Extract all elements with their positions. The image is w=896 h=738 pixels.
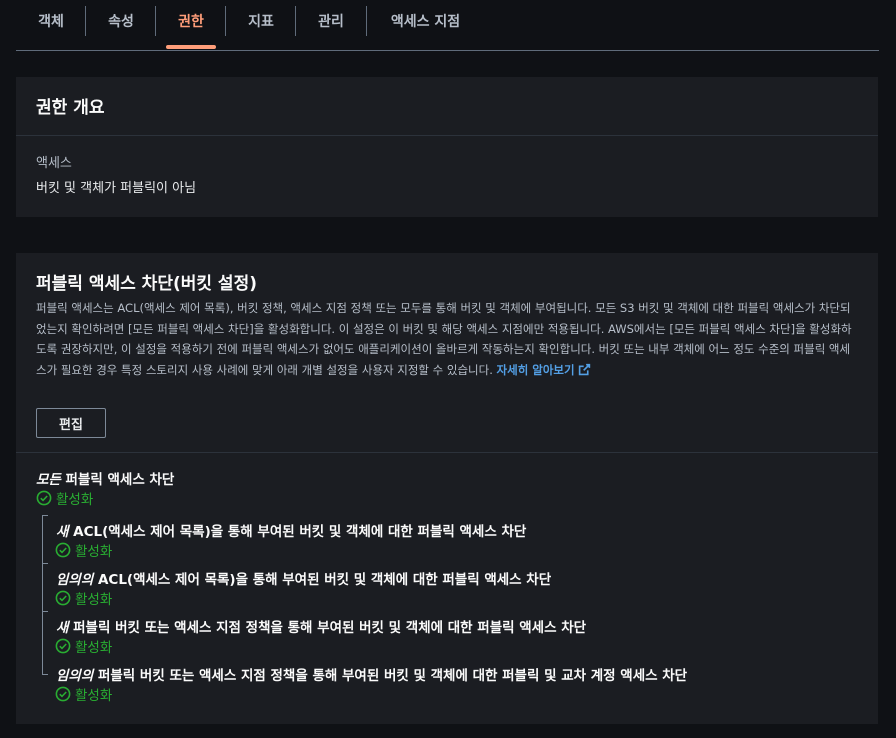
setting-new-acl-status: 활성화 [55,540,112,560]
access-label: 액세스 [36,156,72,171]
check-circle-icon [55,686,71,702]
setting-any-policy-title: 임의의 퍼블릭 버킷 또는 액세스 지점 정책을 통해 부여된 버킷 및 객체에… [56,664,687,684]
tab-metrics[interactable]: 지표 [226,0,296,50]
setting-text: ACL(액세스 제어 목록)을 통해 부여된 버킷 및 객체에 대한 퍼블릭 액… [97,572,552,588]
setting-block-all-title: 모든 퍼블릭 액세스 차단 [36,468,174,488]
active-tab-indicator [166,45,216,49]
check-circle-icon [55,542,71,558]
setting-prefix: 새 [56,620,69,636]
setting-prefix: 모든 [36,472,61,488]
divider [16,452,878,453]
tab-permissions[interactable]: 권한 [156,0,226,50]
learn-more-link[interactable]: 자세히 알아보기 [497,363,591,377]
setting-text: 퍼블릭 버킷 또는 액세스 지점 정책을 통해 부여된 버킷 및 객체에 대한 … [73,620,587,636]
tree-branch [42,674,48,675]
status-text: 활성화 [75,640,113,656]
status-text: 활성화 [75,544,113,560]
block-public-access-title: 퍼블릭 액세스 차단(버킷 설정) [36,274,257,294]
learn-more-label: 자세히 알아보기 [496,362,575,377]
tab-bar: 객체 속성 권한 지표 관리 액세스 지점 [16,0,879,51]
setting-prefix: 새 [56,524,69,540]
edit-button[interactable]: 편집 [36,408,106,438]
tab-access-points[interactable]: 액세스 지점 [367,0,484,50]
check-circle-icon [55,638,71,654]
setting-any-acl-status: 활성화 [55,588,112,608]
status-text: 활성화 [75,592,113,608]
block-public-access-description: 퍼블릭 액세스는 ACL(액세스 제어 목록), 버킷 정책, 액세스 지점 정… [36,298,854,380]
check-circle-icon [36,490,52,506]
setting-text: 퍼블릭 버킷 또는 액세스 지점 정책을 통해 부여된 버킷 및 객체에 대한 … [97,668,688,684]
setting-prefix: 임의의 [56,572,94,588]
setting-new-policy-title: 새 퍼블릭 버킷 또는 액세스 지점 정책을 통해 부여된 버킷 및 객체에 대… [56,616,586,636]
tree-branch [42,611,48,612]
tree-branch [42,515,48,516]
setting-text: ACL(액세스 제어 목록)을 통해 부여된 버킷 및 객체에 대한 퍼블릭 액… [73,524,527,540]
permissions-overview-title: 권한 개요 [36,98,105,118]
setting-new-acl-title: 새 ACL(액세스 제어 목록)을 통해 부여된 버킷 및 객체에 대한 퍼블릭… [56,520,526,540]
setting-any-acl-title: 임의의 ACL(액세스 제어 목록)을 통해 부여된 버킷 및 객체에 대한 퍼… [56,568,551,588]
tab-properties[interactable]: 속성 [86,0,156,50]
status-text: 활성화 [75,688,113,704]
status-text: 활성화 [56,492,94,508]
tree-branch [42,563,48,564]
description-text: 퍼블릭 액세스는 ACL(액세스 제어 목록), 버킷 정책, 액세스 지점 정… [36,301,852,377]
setting-text: 퍼블릭 액세스 차단 [65,472,175,488]
tab-management[interactable]: 관리 [296,0,366,50]
external-link-icon [578,363,590,375]
setting-new-policy-status: 활성화 [55,636,112,656]
divider [16,135,878,136]
block-public-access-panel: 퍼블릭 액세스 차단(버킷 설정) 퍼블릭 액세스는 ACL(액세스 제어 목록… [16,253,878,724]
permissions-overview-panel: 권한 개요 액세스 버킷 및 객체가 퍼블릭이 아님 [16,77,878,217]
setting-any-policy-status: 활성화 [55,684,112,704]
access-value: 버킷 및 객체가 퍼블릭이 아님 [36,181,197,196]
check-circle-icon [55,590,71,606]
tab-objects[interactable]: 객체 [16,0,86,50]
setting-block-all-status: 활성화 [36,488,93,508]
tree-line [42,515,43,675]
setting-prefix: 임의의 [56,668,94,684]
